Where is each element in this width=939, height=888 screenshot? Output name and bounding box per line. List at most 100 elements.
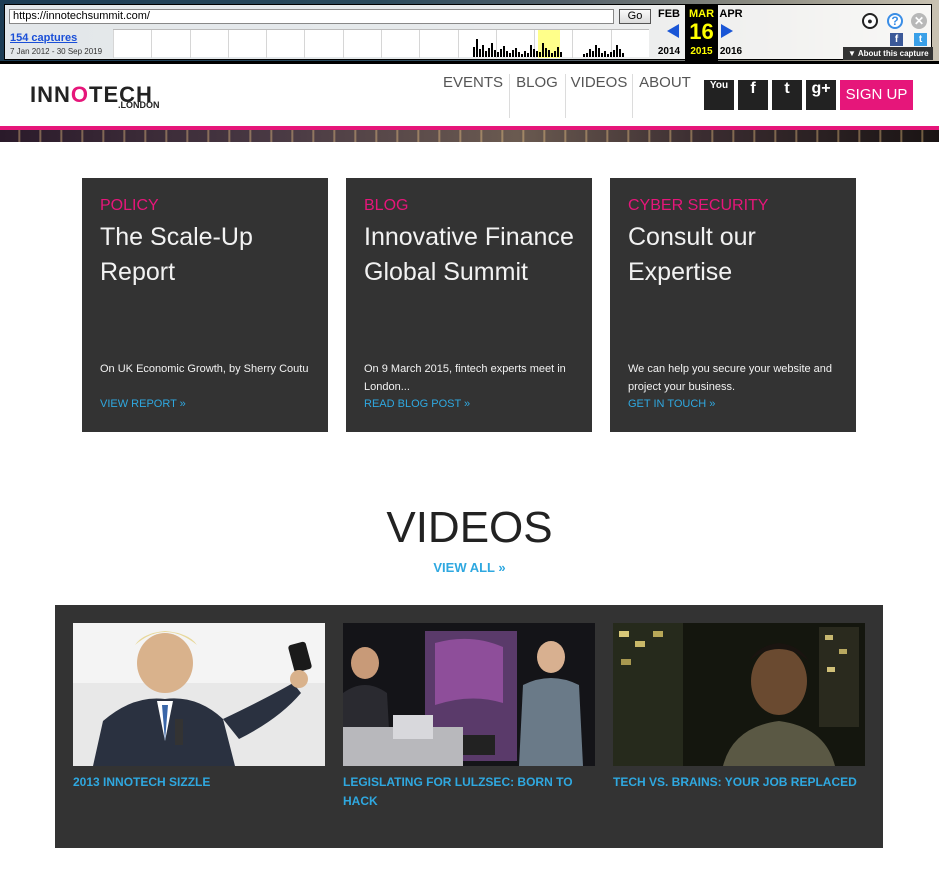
wayback-prev-arrow-icon[interactable] <box>667 24 679 38</box>
wayback-panel: https://innotechsummit.com/ Go 154 captu… <box>4 4 933 61</box>
wayback-sparkline-gridline <box>419 30 420 58</box>
videos-panel: 2013 INNOTECH SIZZLE LEGISLATING FOR LUL… <box>55 605 883 848</box>
wayback-sparkline-bar <box>610 52 612 57</box>
wayback-captures-link[interactable]: 154 captures <box>10 32 77 44</box>
wayback-current-day: 16 <box>689 19 714 44</box>
wayback-sparkline-bar <box>586 53 588 57</box>
wayback-sparkline-bar <box>515 48 517 57</box>
card-description: We can help you secure your website and … <box>628 363 833 393</box>
card-tag: POLICY <box>100 197 159 214</box>
feature-card-cyber-security[interactable]: CYBER SECURITY Consult our Expertise We … <box>610 178 856 432</box>
wayback-sparkline-bar <box>503 46 505 57</box>
wayback-sparkline-gridline <box>113 30 114 58</box>
wayback-sparkline-bar <box>548 50 550 57</box>
wayback-sparkline-bar <box>607 54 609 57</box>
view-report-link[interactable]: VIEW REPORT » <box>100 398 186 410</box>
wayback-go-button[interactable]: Go <box>619 9 651 24</box>
card-description: On 9 March 2015, fintech experts meet in… <box>364 363 566 393</box>
wayback-sparkline-bar <box>494 50 496 57</box>
wayback-sparkline-bar <box>521 54 523 57</box>
wayback-sparkline-bar <box>622 53 624 57</box>
wayback-sparkline-bar <box>592 51 594 57</box>
site-header: INNOTECH .LONDON EVENTS BLOG VIDEOS ABOU… <box>0 64 939 128</box>
wayback-sparkline-bar <box>557 47 559 57</box>
wayback-about-label: About this capture <box>857 49 929 58</box>
wayback-sparkline-bar <box>560 52 562 57</box>
wayback-sparkline-bar <box>476 39 478 57</box>
wayback-sparkline-bar <box>518 52 520 57</box>
get-in-touch-link[interactable]: GET IN TOUCH » <box>628 398 715 410</box>
nav-events[interactable]: EVENTS <box>440 74 506 118</box>
video-thumbnail[interactable] <box>613 623 865 766</box>
facebook-icon[interactable]: f <box>738 80 768 110</box>
wayback-sparkline-bar <box>589 49 591 57</box>
card-description: On UK Economic Growth, by Sherry Coutu <box>100 363 309 375</box>
googleplus-icon[interactable]: g+ <box>806 80 836 110</box>
wayback-sparkline-bar <box>545 48 547 57</box>
wayback-prev-year[interactable]: 2014 <box>651 46 687 57</box>
wayback-sparkline-bar <box>613 50 615 57</box>
wayback-sparkline-bar <box>509 53 511 57</box>
wayback-sparkline-bar <box>551 53 553 57</box>
wayback-sparkline-bar <box>512 50 514 57</box>
wayback-sparkline-bar <box>583 54 585 57</box>
nav-divider <box>509 74 510 118</box>
wayback-sparkline-bar <box>604 51 606 57</box>
wayback-user-icon[interactable]: ● <box>862 13 878 29</box>
read-blog-post-link[interactable]: READ BLOG POST » <box>364 398 470 410</box>
video-title[interactable]: 2013 INNOTECH SIZZLE <box>73 773 325 792</box>
video-title[interactable]: LEGISLATING FOR LULZSEC: BORN TO HACK <box>343 773 595 811</box>
feature-card-blog[interactable]: BLOG Innovative Finance Global Summit On… <box>346 178 592 432</box>
wayback-sparkline-gridline <box>381 30 382 58</box>
wayback-sparkline-bar <box>536 51 538 57</box>
wayback-next-year[interactable]: 2016 <box>713 46 749 57</box>
wayback-sparkline[interactable] <box>113 29 649 58</box>
wayback-sparkline-bar <box>497 52 499 57</box>
signup-button[interactable]: SIGN UP <box>840 80 913 110</box>
video-thumbnail-image <box>73 623 325 766</box>
twitter-icon[interactable]: t <box>772 80 802 110</box>
wayback-sparkline-gridline <box>343 30 344 58</box>
video-thumbnail-image <box>613 623 865 766</box>
wayback-prev-month[interactable]: FEB <box>655 8 683 20</box>
nav-about[interactable]: ABOUT <box>636 74 694 118</box>
wayback-sparkline-gridline <box>458 30 459 58</box>
video-thumbnail[interactable] <box>73 623 325 766</box>
card-title: The Scale-Up Report <box>100 223 253 286</box>
nav-blog[interactable]: BLOG <box>512 74 562 118</box>
nav-divider <box>565 74 566 118</box>
banner-city-lights <box>0 130 939 142</box>
wayback-sparkline-gridline <box>266 30 267 58</box>
feature-card-policy[interactable]: POLICY The Scale-Up Report On UK Economi… <box>82 178 328 432</box>
card-title: Innovative Finance Global Summit <box>364 223 574 286</box>
wayback-sparkline-bar <box>473 47 475 57</box>
wayback-twitter-icon[interactable]: t <box>914 33 927 46</box>
wayback-sparkline-bar <box>479 49 481 57</box>
wayback-sparkline-bar <box>500 49 502 57</box>
videos-heading: VIDEOS <box>386 503 553 552</box>
wayback-sparkline-bar <box>601 53 603 57</box>
video-thumbnail-image <box>343 623 595 766</box>
wayback-sparkline-gridline <box>190 30 191 58</box>
wayback-date-range: 7 Jan 2012 - 30 Sep 2019 <box>10 47 103 56</box>
wayback-sparkline-bar <box>554 51 556 57</box>
wayback-sparkline-gridline <box>151 30 152 58</box>
wayback-close-icon[interactable]: ✕ <box>911 13 927 29</box>
nav-videos[interactable]: VIDEOS <box>568 74 630 118</box>
wayback-about-capture-button[interactable]: ▼ About this capture <box>843 47 933 60</box>
logo-sub-label: .LONDON <box>118 100 160 110</box>
wayback-help-icon[interactable]: ? <box>887 13 903 29</box>
wayback-sparkline-bar <box>595 45 597 57</box>
video-title[interactable]: TECH VS. BRAINS: YOUR JOB REPLACED <box>613 773 865 792</box>
wayback-facebook-icon[interactable]: f <box>890 33 903 46</box>
wayback-next-arrow-icon[interactable] <box>721 24 733 38</box>
wayback-sparkline-bar <box>527 53 529 57</box>
wayback-url-input[interactable]: https://innotechsummit.com/ <box>9 9 614 24</box>
wayback-next-month[interactable]: APR <box>717 8 745 20</box>
video-thumbnail[interactable] <box>343 623 595 766</box>
youtube-icon[interactable]: You <box>704 80 734 110</box>
videos-view-all-link[interactable]: VIEW ALL » <box>0 560 939 575</box>
wayback-sparkline-bar <box>530 45 532 57</box>
wayback-sparkline-bar <box>539 52 541 57</box>
wayback-sparkline-gridline <box>572 30 573 58</box>
